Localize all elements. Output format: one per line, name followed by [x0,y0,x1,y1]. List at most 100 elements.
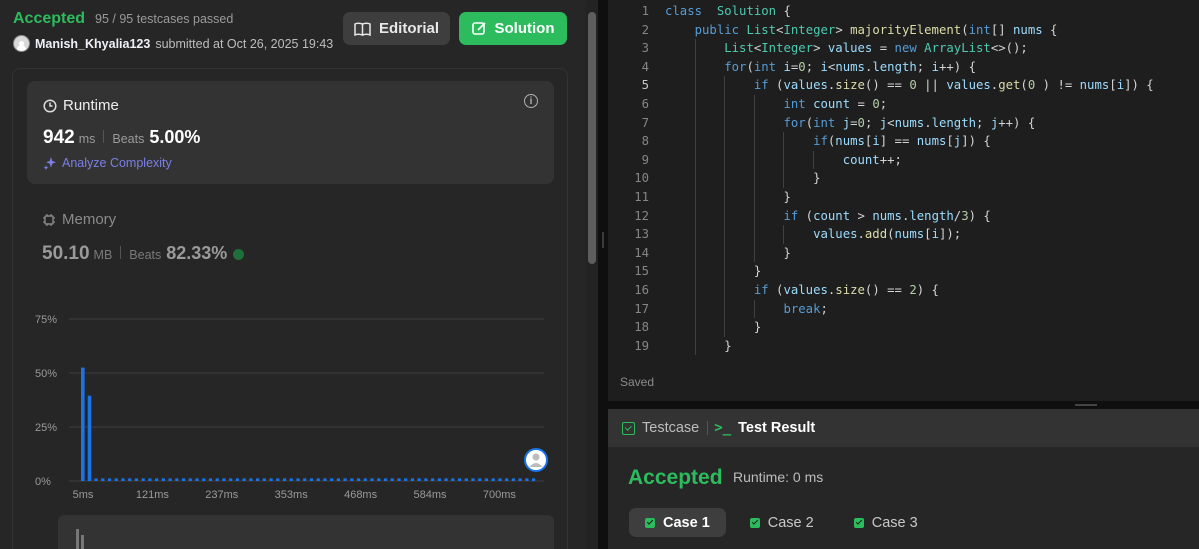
distribution-bar[interactable] [161,478,165,481]
code-line[interactable]: 14 } [608,243,1199,263]
distribution-bar[interactable] [256,478,260,481]
distribution-bar[interactable] [175,478,179,481]
distribution-bar[interactable] [478,478,482,481]
case-tab-1[interactable]: Case 1 [629,508,726,537]
distribution-bar[interactable] [370,478,374,481]
code-line[interactable]: 16 if (values.size() == 2) { [608,281,1199,300]
code-line[interactable]: 17 break; [608,299,1199,319]
distribution-bar[interactable] [417,478,421,481]
distribution-bar[interactable] [383,478,388,481]
distribution-bar[interactable] [511,478,516,481]
distribution-bar[interactable] [202,478,206,481]
your-submission-marker[interactable] [524,448,548,472]
distribution-bar[interactable] [484,478,489,481]
code-line[interactable]: 4 for(int i=0; i<nums.length; i++) { [608,57,1199,77]
distribution-bar[interactable] [316,478,320,481]
distribution-bar[interactable] [431,478,435,481]
runtime-distribution-chart[interactable]: 75% 50% 25% 0% 5ms 121ms 237ms 353ms 468ms 584ms 7… [25,305,560,505]
memory-header[interactable]: Memory [42,211,116,228]
code-line[interactable]: 6 int count = 0; [608,95,1199,114]
distribution-bar[interactable] [249,478,253,481]
distribution-bar[interactable] [343,478,347,481]
chart-overview-strip[interactable]: 5ms121ms237ms353ms468ms584ms700ms [58,515,554,549]
analyze-complexity-link[interactable]: Analyze Complexity [43,156,172,170]
distribution-bar[interactable] [464,478,468,481]
distribution-bar[interactable] [222,478,226,481]
distribution-bar[interactable] [168,478,172,481]
distribution-bar[interactable] [81,367,85,481]
runtime-card[interactable]: Runtime i 942 ms Beats 5.00% Analyze Com… [27,81,554,184]
code-line[interactable]: 11 } [608,188,1199,207]
distribution-bar[interactable] [94,478,98,481]
distribution-bar[interactable] [397,478,401,481]
distribution-bar[interactable] [229,478,233,481]
distribution-bar[interactable] [525,478,529,481]
horizontal-splitter[interactable] [608,401,1199,409]
distribution-bar[interactable] [330,478,334,481]
distribution-bar[interactable] [141,478,145,481]
distribution-bar[interactable] [188,478,192,481]
distribution-bar[interactable] [491,478,495,481]
case-tab-2[interactable]: Case 2 [734,508,830,537]
distribution-bar[interactable] [87,395,92,481]
distribution-bar[interactable] [303,478,307,481]
distribution-bar[interactable] [242,478,246,481]
code-line[interactable]: 19 } [608,336,1199,356]
code-line[interactable]: 5 if (values.size() == 0 || values.get(0… [608,76,1199,95]
distribution-bar[interactable] [451,478,455,481]
distribution-bar[interactable] [350,478,354,481]
distribution-bar[interactable] [208,478,213,481]
distribution-bar[interactable] [215,478,219,481]
distribution-bar[interactable] [134,478,139,481]
code-line[interactable]: 9 count++; [608,150,1199,170]
distribution-bar[interactable] [309,478,314,481]
splitter-grip[interactable] [1075,404,1097,406]
distribution-bar[interactable] [262,478,266,481]
code-line[interactable]: 10 } [608,169,1199,188]
distribution-bar[interactable] [269,478,273,481]
distribution-bar[interactable] [505,478,509,481]
distribution-bar[interactable] [437,478,441,481]
distribution-bar[interactable] [390,478,394,481]
code-line[interactable]: 8 if(nums[i] == nums[j]) { [608,132,1199,151]
distribution-bar[interactable] [336,478,340,481]
code-line[interactable]: 13 values.add(nums[i]); [608,225,1199,244]
distribution-bar[interactable] [148,478,152,481]
distribution-bar[interactable] [276,478,280,481]
distribution-bar[interactable] [282,478,287,481]
avatar[interactable] [13,35,30,52]
distribution-bar[interactable] [410,478,415,481]
code-line[interactable]: 3 List<Integer> values = new ArrayList<>… [608,39,1199,58]
distribution-bar[interactable] [498,478,502,481]
distribution-bar[interactable] [444,478,448,481]
distribution-bar[interactable] [377,478,381,481]
distribution-bar[interactable] [289,478,293,481]
code-line[interactable]: 15 } [608,262,1199,281]
distribution-bar[interactable] [518,478,522,481]
distribution-bar[interactable] [107,478,112,481]
distribution-bar[interactable] [114,478,118,481]
distribution-bar[interactable] [155,478,159,481]
distribution-bar[interactable] [128,478,132,481]
distribution-bar[interactable] [235,478,240,481]
editorial-button[interactable]: Editorial [343,12,450,45]
distribution-bar[interactable] [296,478,300,481]
scrollbar-thumb[interactable] [588,12,596,264]
code-line[interactable]: 12 if (count > nums.length/3) { [608,206,1199,226]
distribution-bar[interactable] [101,478,105,481]
distribution-bar[interactable] [471,478,475,481]
tab-test-result[interactable]: >_ Test Result [708,409,823,447]
code-editor[interactable]: 1 class Solution {2 public List<Integer> … [608,0,1199,401]
distribution-bar[interactable] [195,478,199,481]
distribution-bar[interactable] [424,478,428,481]
distribution-bar[interactable] [457,478,462,481]
code-line[interactable]: 2 public List<Integer> majorityElement(i… [608,21,1199,40]
code-line[interactable]: 18 } [608,318,1199,337]
tab-testcase[interactable]: Testcase [608,409,707,447]
author-name[interactable]: Manish_Khyalia123 [35,37,150,51]
code-line[interactable]: 7 for(int j=0; j<nums.length; j++) { [608,113,1199,133]
distribution-bar[interactable] [121,478,125,481]
info-icon[interactable]: i [524,94,538,108]
solution-button[interactable]: Solution [459,12,567,45]
distribution-bar[interactable] [404,478,408,481]
